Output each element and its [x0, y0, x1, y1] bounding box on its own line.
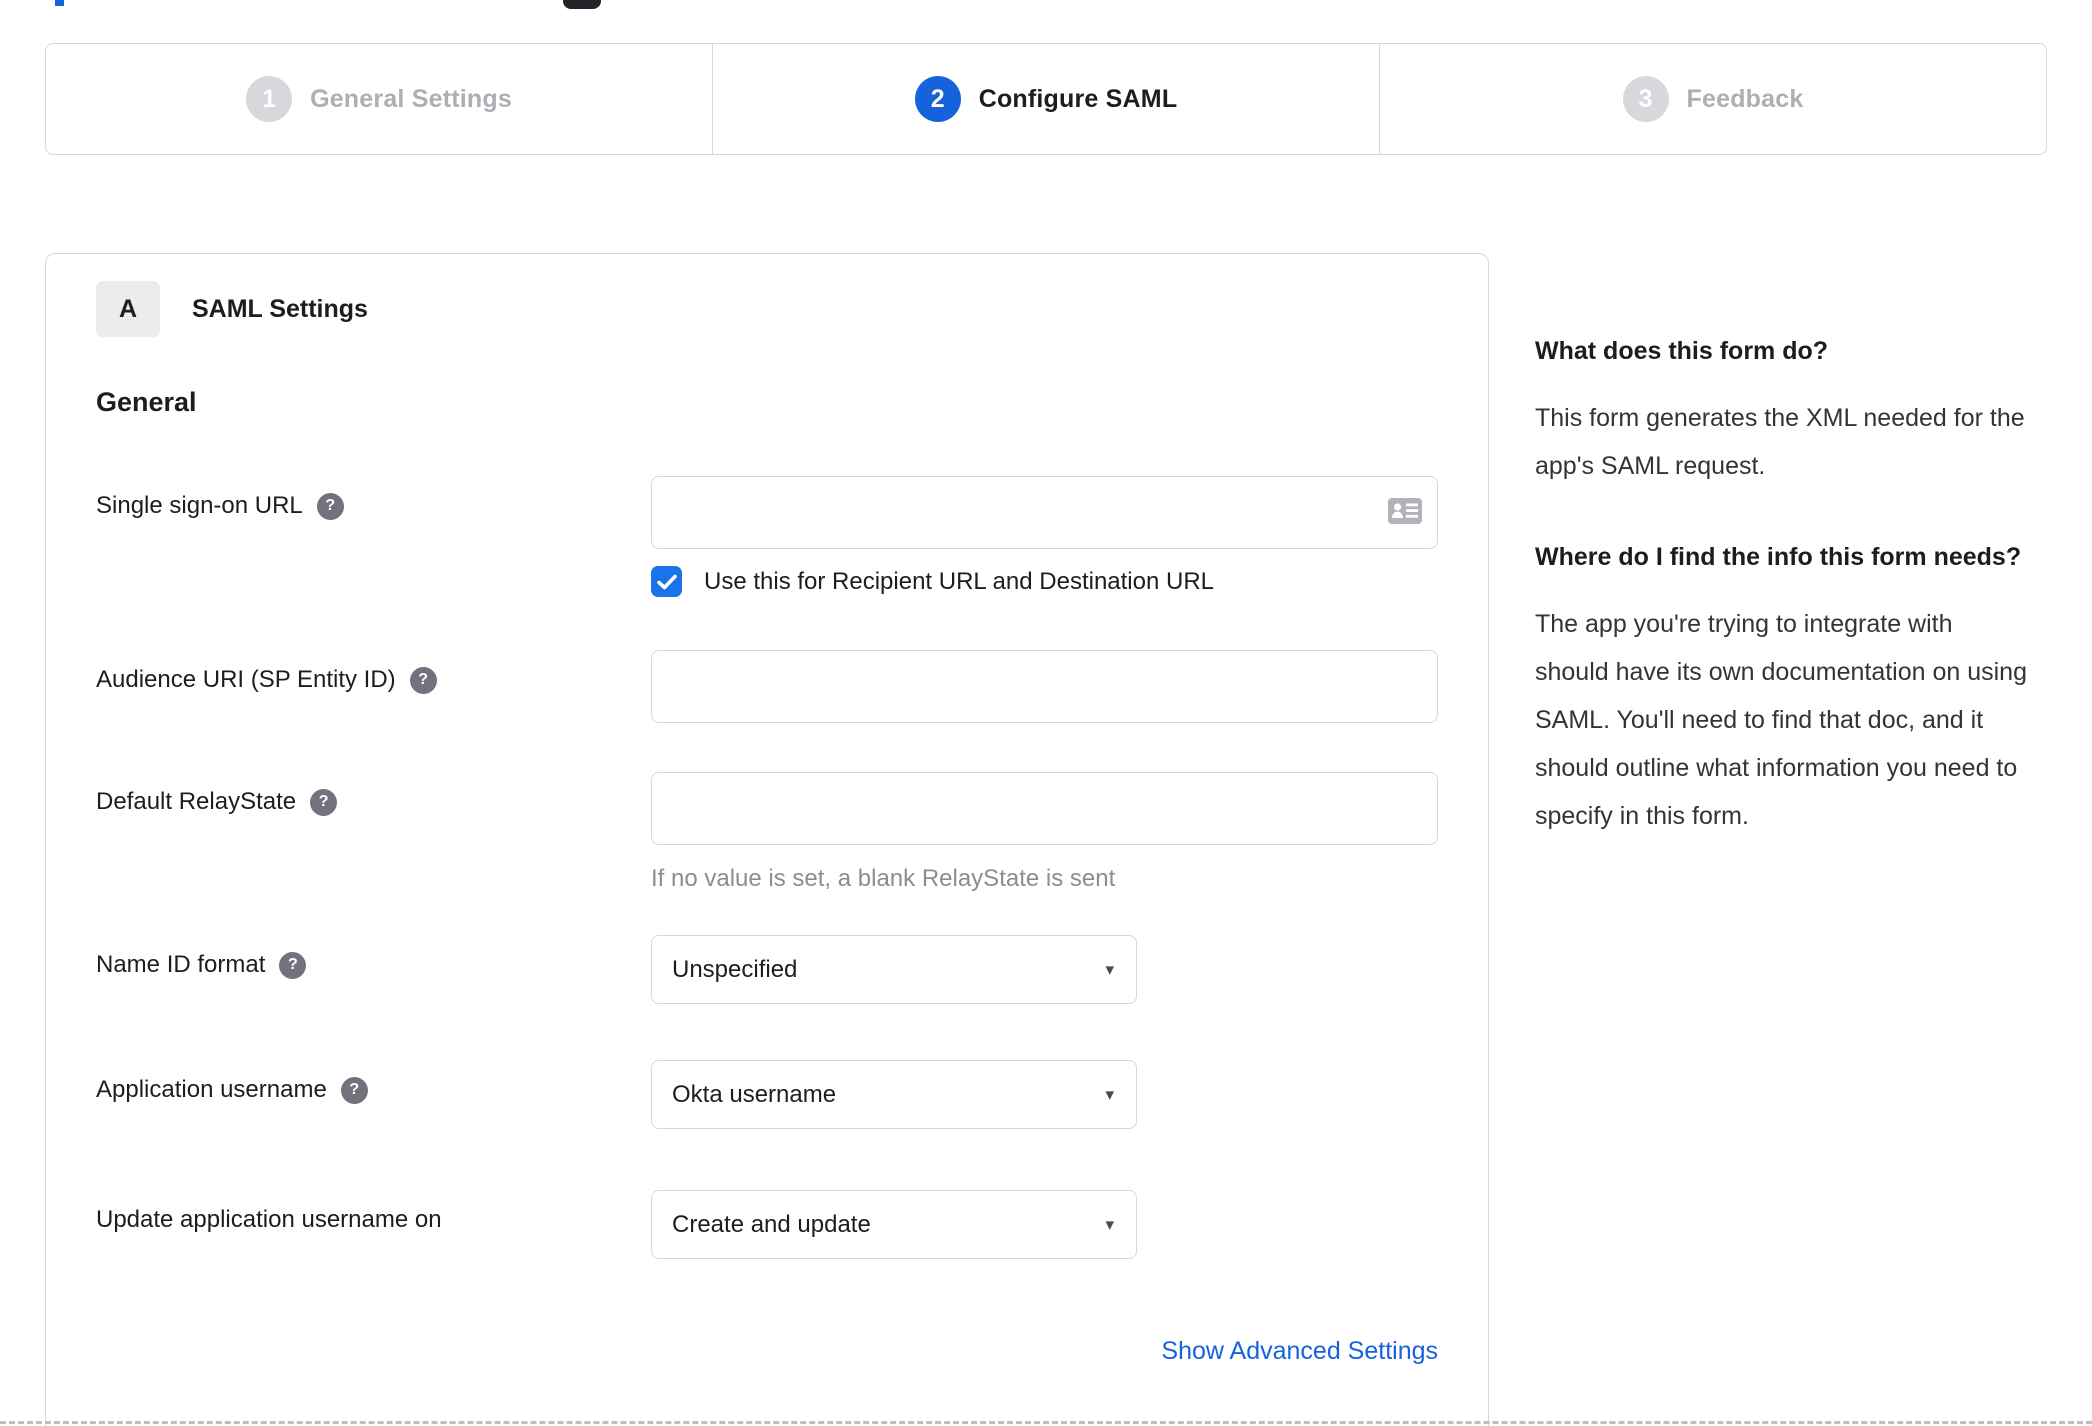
step-general-settings[interactable]: 1 General Settings: [46, 44, 713, 154]
row-name-id-format: Name ID format ? Unspecified ▾: [96, 935, 1438, 1004]
recipient-url-checkbox[interactable]: [651, 566, 682, 597]
application-username-value: Okta username: [672, 1080, 837, 1108]
audience-uri-input-wrap: [651, 650, 1438, 723]
dashed-divider: [0, 1421, 2092, 1424]
name-id-format-select[interactable]: Unspecified ▾: [651, 935, 1137, 1004]
help-icon[interactable]: ?: [409, 666, 437, 694]
application-username-select[interactable]: Okta username ▾: [651, 1060, 1137, 1129]
update-application-username-label: Update application username on: [96, 1206, 442, 1233]
relaystate-hint: If no value is set, a blank RelayState i…: [651, 865, 1116, 892]
panel-header: A SAML Settings: [96, 281, 1438, 337]
single-sign-on-url-input-wrap: [651, 476, 1438, 549]
control-col: Use this for Recipient URL and Destinati…: [651, 476, 1438, 597]
sidebar-body-where: The app you're trying to integrate with …: [1535, 610, 2027, 830]
update-application-username-value: Create and update: [672, 1210, 871, 1238]
sidebar-heading-what: What does this form do?: [1535, 337, 1829, 365]
row-update-application-username: Update application username on Create an…: [96, 1190, 1438, 1259]
help-icon[interactable]: ?: [316, 492, 344, 520]
saml-settings-panel: A SAML Settings General Single sign-on U…: [45, 253, 1489, 1426]
step-1-label: General Settings: [310, 84, 512, 113]
contact-card-icon[interactable]: [1388, 498, 1422, 529]
label-col: Name ID format ?: [96, 935, 651, 979]
recipient-url-checkbox-label[interactable]: Use this for Recipient URL and Destinati…: [704, 568, 1214, 596]
section-badge: A: [96, 281, 160, 337]
section-title: SAML Settings: [192, 294, 368, 323]
default-relaystate-label: Default RelayState: [96, 788, 297, 815]
single-sign-on-url-input[interactable]: [651, 476, 1438, 549]
row-application-username: Application username ? Okta username ▾: [96, 1060, 1438, 1129]
row-audience-uri: Audience URI (SP Entity ID) ?: [96, 650, 1438, 723]
default-relaystate-input[interactable]: [651, 772, 1438, 845]
step-configure-saml[interactable]: 2 Configure SAML: [713, 44, 1380, 154]
row-default-relaystate: Default RelayState ? If no value is set,…: [96, 772, 1438, 893]
audience-uri-input[interactable]: [651, 650, 1438, 723]
control-col: [651, 650, 1438, 723]
step-3-circle: 3: [1622, 76, 1669, 122]
control-col: Unspecified ▾: [651, 935, 1438, 1004]
label-col: Application username ?: [96, 1060, 651, 1104]
recipient-url-checkbox-row: Use this for Recipient URL and Destinati…: [651, 566, 1438, 597]
step-3-label: Feedback: [1686, 84, 1804, 113]
control-col: If no value is set, a blank RelayState i…: [651, 772, 1438, 893]
wizard-stepper: 1 General Settings 2 Configure SAML 3 Fe…: [45, 43, 2047, 155]
update-application-username-select[interactable]: Create and update ▾: [651, 1190, 1137, 1259]
label-col: Audience URI (SP Entity ID) ?: [96, 650, 651, 694]
cutoff-blue-fragment: [55, 0, 64, 6]
audience-uri-label: Audience URI (SP Entity ID): [96, 666, 396, 693]
sidebar-heading-where: Where do I find the info this form needs…: [1535, 543, 2022, 571]
show-advanced-settings-link[interactable]: Show Advanced Settings: [1161, 1337, 1438, 1365]
advanced-settings-row: Show Advanced Settings: [96, 1337, 1438, 1366]
chevron-down-icon: ▾: [1105, 959, 1114, 979]
step-1-circle: 1: [246, 76, 293, 122]
label-col: Single sign-on URL ?: [96, 476, 651, 520]
step-2-circle: 2: [914, 76, 961, 122]
sidebar-body-what: This form generates the XML needed for t…: [1535, 404, 2025, 480]
step-2-label: Configure SAML: [978, 84, 1178, 113]
label-col: Update application username on: [96, 1190, 651, 1234]
help-icon[interactable]: ?: [310, 788, 338, 816]
general-group-heading: General: [96, 387, 197, 417]
step-feedback[interactable]: 3 Feedback: [1380, 44, 2046, 154]
cutoff-dark-icon-fragment: [563, 0, 601, 9]
label-col: Default RelayState ?: [96, 772, 651, 816]
row-single-sign-on-url: Single sign-on URL ? Use this for Recipi…: [96, 476, 1438, 597]
chevron-down-icon: ▾: [1105, 1214, 1114, 1234]
control-col: Create and update ▾: [651, 1190, 1438, 1259]
help-sidebar: What does this form do? This form genera…: [1535, 328, 2027, 884]
control-col: Okta username ▾: [651, 1060, 1438, 1129]
name-id-format-value: Unspecified: [672, 955, 798, 983]
chevron-down-icon: ▾: [1105, 1084, 1114, 1104]
name-id-format-label: Name ID format: [96, 951, 266, 978]
check-icon: [656, 574, 677, 589]
single-sign-on-url-label: Single sign-on URL: [96, 492, 303, 519]
help-icon[interactable]: ?: [340, 1076, 368, 1104]
default-relaystate-input-wrap: [651, 772, 1438, 845]
help-icon[interactable]: ?: [279, 951, 307, 979]
application-username-label: Application username: [96, 1076, 327, 1103]
